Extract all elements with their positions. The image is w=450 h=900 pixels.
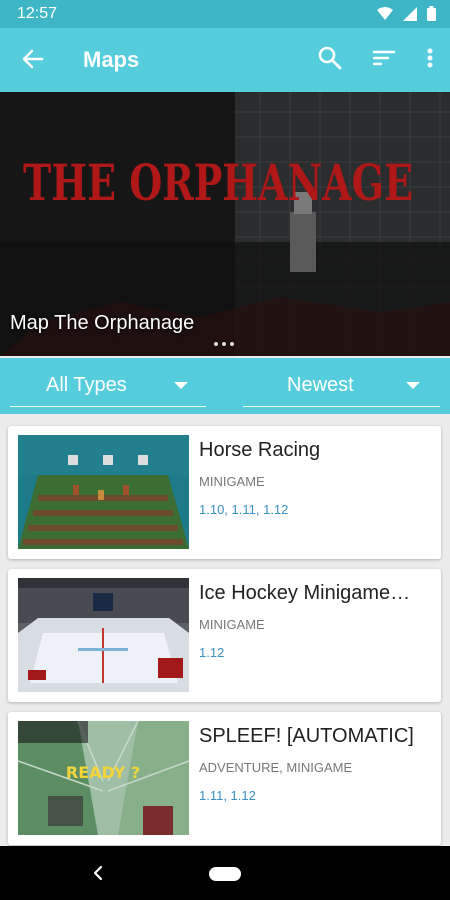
thumb-overlay-text: READY ?	[66, 763, 140, 782]
map-name: Ice Hockey Minigame…	[199, 582, 411, 604]
map-category: ADVENTURE, MINIGAME	[199, 760, 353, 775]
filter-bar: All Types Newest	[0, 358, 450, 414]
map-card[interactable]: Horse Racing MINIGAME 1.10, 1.11, 1.12	[8, 426, 441, 559]
app-bar: Maps	[0, 28, 450, 92]
map-card[interactable]: Ice Hockey Minigame… MINIGAME 1.12	[8, 569, 441, 702]
map-versions: 1.11, 1.12	[199, 788, 256, 803]
map-thumbnail	[18, 578, 189, 692]
chevron-down-icon	[174, 382, 188, 389]
map-thumbnail	[18, 435, 189, 549]
type-filter-label: All Types	[46, 374, 127, 396]
type-filter-dropdown[interactable]: All Types	[10, 358, 206, 407]
carousel-dot	[222, 342, 226, 346]
sort-label: Newest	[287, 374, 354, 396]
signal-icon	[403, 6, 417, 21]
map-category: MINIGAME	[199, 474, 265, 489]
status-icons	[377, 6, 436, 21]
page-title: Maps	[83, 47, 140, 72]
back-arrow-icon[interactable]	[18, 44, 48, 74]
status-time: 12:57	[17, 5, 58, 22]
sort-icon[interactable]	[370, 44, 398, 72]
map-name: Horse Racing	[199, 439, 321, 461]
status-bar: 12:57	[0, 0, 450, 28]
featured-map-banner[interactable]: THE ORPHANAGE Map The Orphanage	[0, 92, 450, 356]
more-vert-icon[interactable]	[424, 44, 436, 72]
sort-dropdown[interactable]: Newest	[243, 358, 440, 407]
map-card[interactable]: READY ? SPLEEF! [AUTOMATIC] ADVENTURE, M…	[8, 712, 441, 845]
map-versions: 1.10, 1.11, 1.12	[199, 502, 289, 517]
map-thumbnail: READY ?	[18, 721, 189, 835]
appbar-actions	[316, 44, 436, 72]
map-versions: 1.12	[199, 645, 225, 660]
featured-map-title: Map The Orphanage	[10, 312, 195, 334]
map-name: SPLEEF! [AUTOMATIC]	[199, 725, 414, 747]
wifi-icon	[377, 6, 393, 20]
battery-icon	[427, 6, 436, 21]
system-nav-bar	[0, 846, 450, 900]
search-icon[interactable]	[316, 44, 344, 72]
hero-logo-text: THE ORPHANAGE	[23, 153, 413, 212]
carousel-indicator	[214, 342, 234, 346]
chevron-down-icon	[406, 382, 420, 389]
map-category: MINIGAME	[199, 617, 265, 632]
carousel-dot	[214, 342, 218, 346]
nav-back-icon[interactable]	[88, 863, 108, 883]
carousel-dot	[230, 342, 234, 346]
home-pill-button[interactable]	[209, 867, 241, 881]
